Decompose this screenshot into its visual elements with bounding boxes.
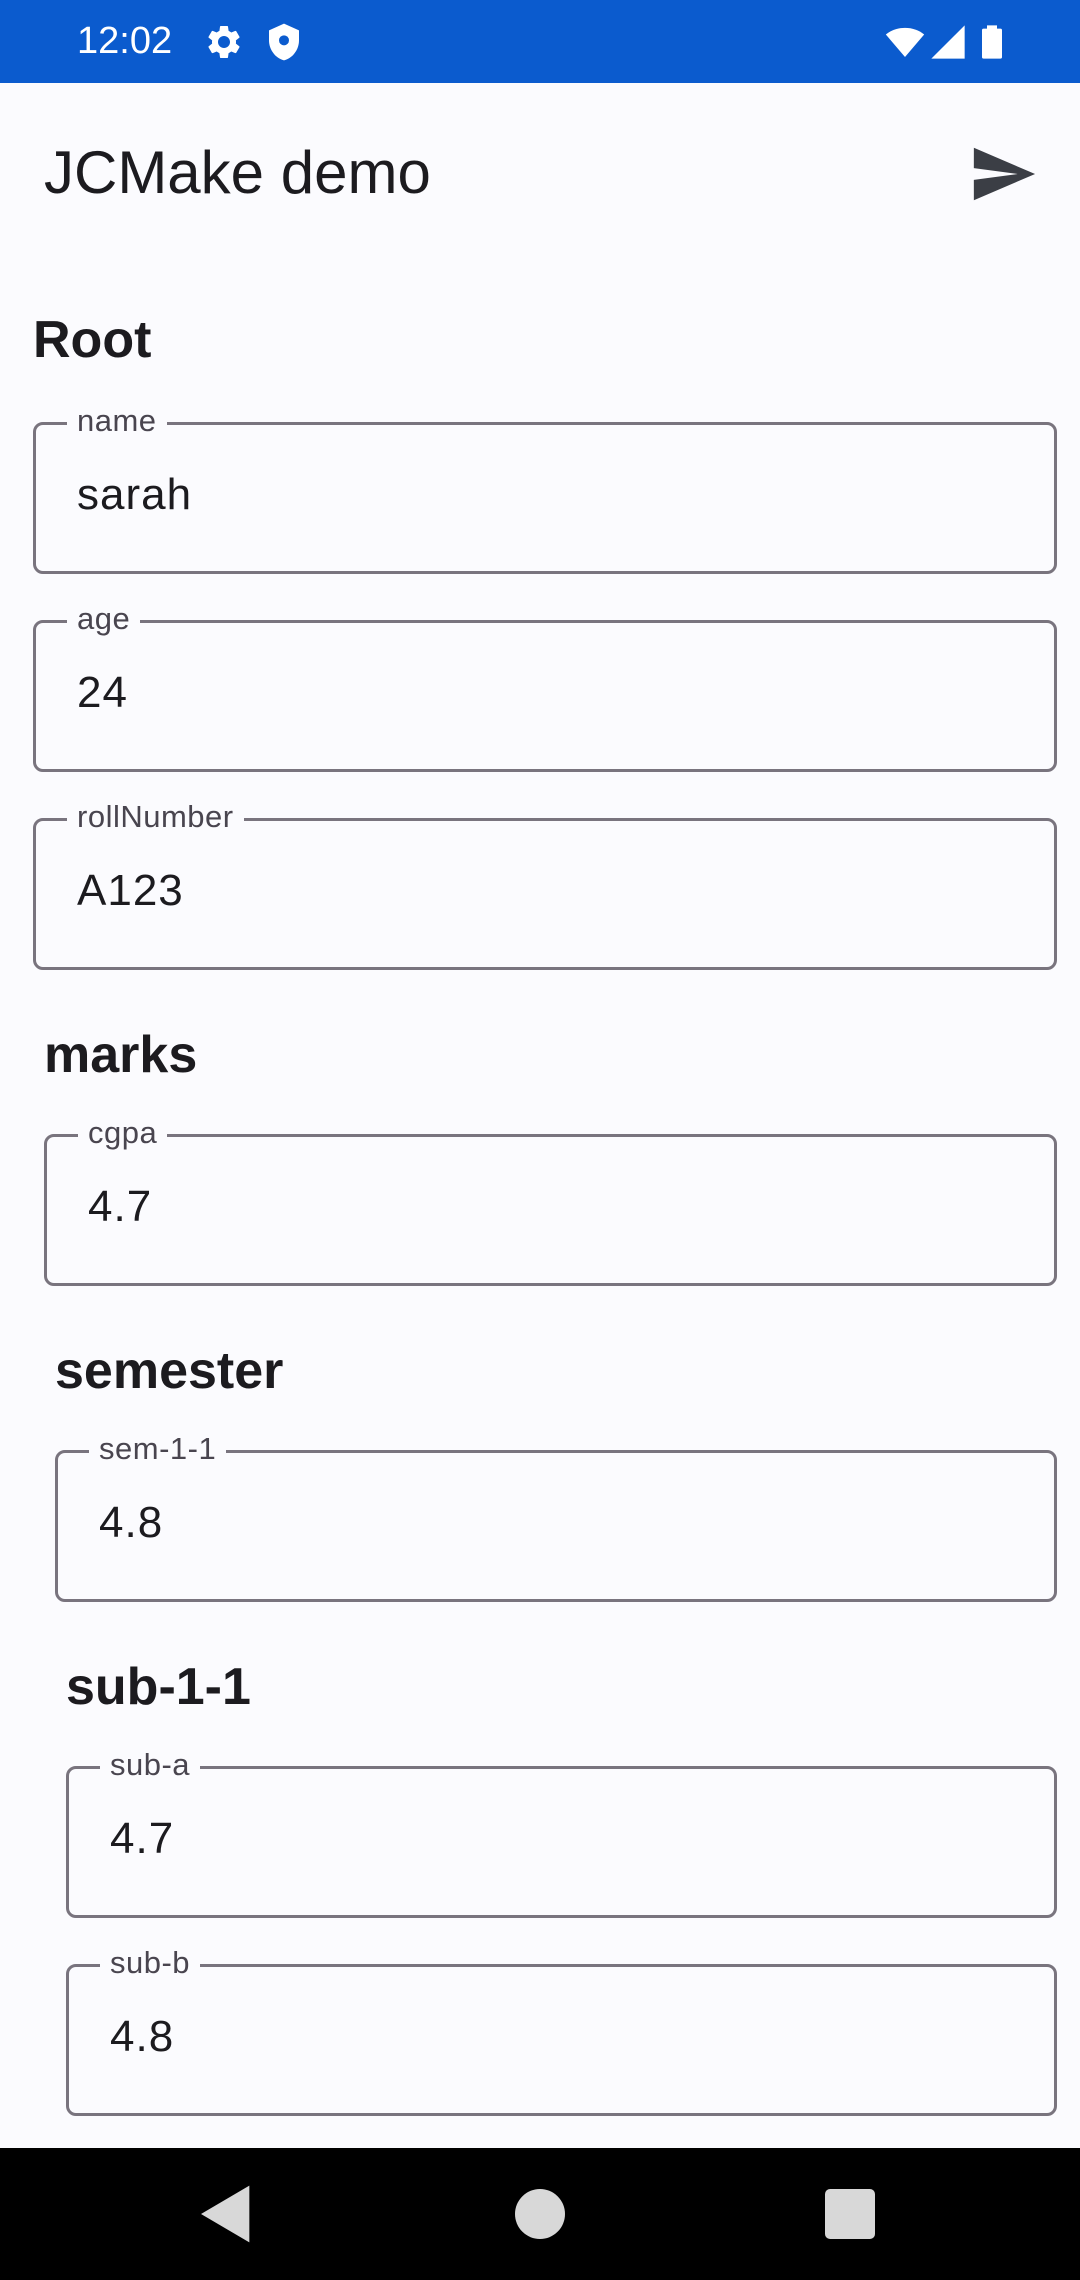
sub-b-field[interactable]: sub-b [66, 1944, 1057, 2116]
age-input[interactable] [77, 662, 1013, 724]
home-button[interactable] [500, 2174, 580, 2254]
section-title-marks: marks [44, 1026, 198, 1084]
signal-icon [928, 22, 968, 62]
field-label: sub-a [100, 1746, 201, 1784]
home-icon [515, 2189, 565, 2239]
back-button[interactable] [186, 2174, 266, 2254]
roll-number-field[interactable]: rollNumber [33, 798, 1057, 970]
navigation-bar [0, 2148, 1080, 2280]
send-button[interactable] [968, 139, 1038, 209]
field-label: rollNumber [67, 798, 244, 836]
sub-b-input[interactable] [110, 2006, 1013, 2068]
battery-icon [972, 22, 1012, 62]
sub-a-field[interactable]: sub-a [66, 1746, 1057, 1918]
app-bar: JCMake demo [0, 83, 1080, 261]
name-field[interactable]: name [33, 402, 1057, 574]
age-field[interactable]: age [33, 600, 1057, 772]
status-time: 12:02 [77, 20, 173, 62]
sub-a-input[interactable] [110, 1808, 1013, 1870]
section-title-semester: semester [55, 1342, 284, 1400]
section-title-sub-1-1: sub-1-1 [66, 1658, 251, 1716]
section-title-root: Root [33, 311, 152, 369]
field-label: name [67, 402, 167, 440]
send-icon [973, 147, 1036, 201]
cgpa-input[interactable] [88, 1176, 1013, 1238]
back-icon [201, 2185, 250, 2243]
shield-icon [264, 22, 304, 62]
sem-1-1-field[interactable]: sem-1-1 [55, 1430, 1057, 1602]
settings-icon [204, 22, 244, 62]
page-title: JCMake demo [44, 139, 431, 206]
cgpa-field[interactable]: cgpa [44, 1114, 1057, 1286]
sem-1-1-input[interactable] [99, 1492, 1013, 1554]
recents-button[interactable] [810, 2174, 890, 2254]
field-label: age [67, 600, 141, 638]
field-label: sem-1-1 [89, 1430, 227, 1468]
name-input[interactable] [77, 464, 1013, 526]
status-bar: 12:02 [0, 0, 1080, 83]
recents-icon [825, 2189, 875, 2239]
wifi-icon [882, 22, 928, 62]
roll-number-input[interactable] [77, 860, 1013, 922]
field-label: sub-b [100, 1944, 201, 1982]
field-label: cgpa [78, 1114, 168, 1152]
